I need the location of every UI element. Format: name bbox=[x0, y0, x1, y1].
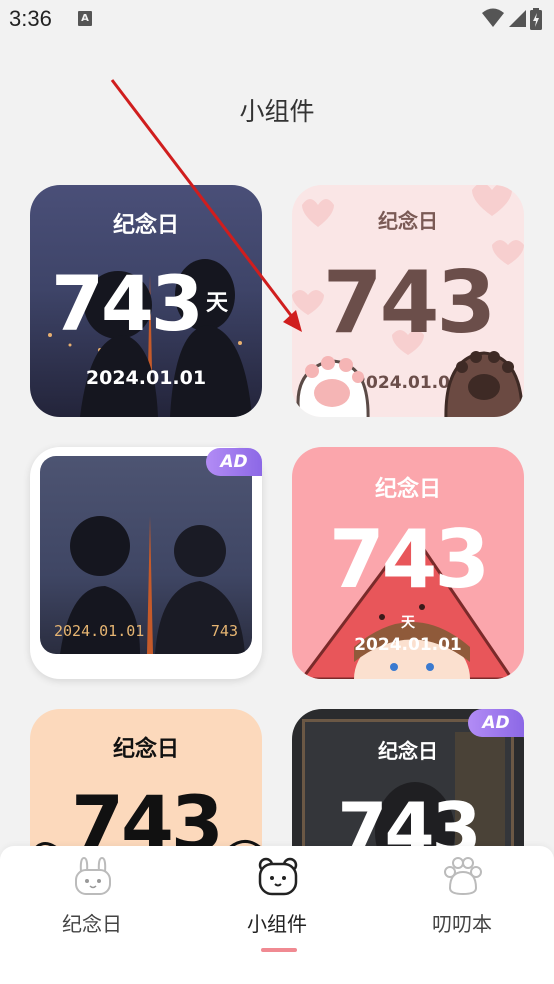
bear-icon bbox=[258, 857, 298, 896]
widget-date: 2024.01.01 bbox=[85, 367, 207, 389]
tab-label: 纪念日 bbox=[62, 912, 122, 936]
tab-widgets[interactable]: 小组件 bbox=[185, 846, 369, 984]
tab-anniversary[interactable]: 纪念日 bbox=[0, 846, 184, 984]
tab-label: 小组件 bbox=[247, 912, 307, 936]
widget-date: 2024.01.01 bbox=[354, 635, 462, 655]
widget-days: 743 bbox=[210, 622, 238, 640]
widget-card-photo-night[interactable]: 纪念日 743 天 2024.01.01 bbox=[30, 185, 262, 417]
widget-label: 纪念日 bbox=[112, 737, 179, 762]
bunny-icon bbox=[75, 856, 111, 895]
widget-card-photo-frame[interactable]: 2024.01.01 743 bbox=[30, 447, 262, 679]
brown-paw-icon bbox=[444, 351, 524, 417]
widget-grid: 纪念日 743 天 2024.01.01 纪念日 743 2024.01.01 bbox=[0, 0, 554, 846]
photo-frame: 2024.01.01 743 bbox=[40, 456, 252, 654]
widget-label: 纪念日 bbox=[378, 209, 438, 233]
active-tab-indicator bbox=[261, 948, 297, 952]
widget-card-peach[interactable]: 纪念日 743 bbox=[30, 709, 262, 846]
paw-icon bbox=[444, 857, 482, 896]
tab-notes[interactable]: 叨叨本 bbox=[370, 846, 554, 984]
widget-label: 纪念日 bbox=[112, 213, 179, 238]
widget-label: 纪念日 bbox=[374, 477, 441, 502]
widget-days: 743 bbox=[337, 787, 481, 846]
widget-days: 743 bbox=[329, 513, 490, 606]
widget-date: 2024.01.01 bbox=[54, 622, 145, 640]
ad-badge: AD bbox=[468, 709, 524, 737]
cloud-decoration bbox=[35, 840, 261, 846]
widget-card-watermelon[interactable]: 纪念日 743 天 2024.01.01 bbox=[292, 447, 524, 679]
widget-label: 纪念日 bbox=[378, 739, 438, 763]
tab-label: 叨叨本 bbox=[432, 912, 492, 936]
ad-badge: AD bbox=[206, 448, 262, 476]
bottom-tab-bar: 纪念日 小组件 叨叨本 bbox=[0, 846, 554, 984]
widget-unit: 天 bbox=[401, 615, 415, 631]
white-paw-icon bbox=[296, 356, 370, 417]
widget-unit: 天 bbox=[206, 291, 229, 316]
widget-card-paws[interactable]: 纪念日 743 2024.01.01 bbox=[292, 185, 524, 417]
